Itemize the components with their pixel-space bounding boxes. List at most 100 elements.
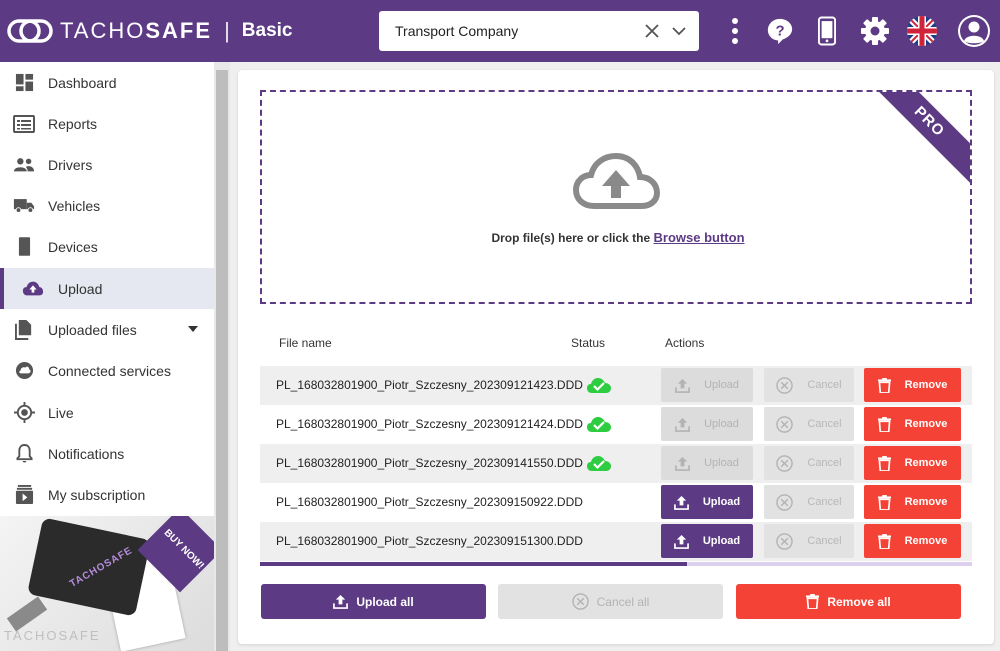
logo-text: TACHOSAFE bbox=[60, 18, 213, 43]
remove-all-button[interactable]: Remove all bbox=[736, 584, 961, 619]
sidebar-item-label: Live bbox=[48, 404, 74, 421]
file-name: PL_168032801900_Piotr_Szczesny_202309151… bbox=[276, 534, 583, 548]
remove-button[interactable]: Remove bbox=[864, 485, 961, 519]
cloud-upload-icon bbox=[572, 152, 660, 209]
svg-text:?: ? bbox=[775, 23, 784, 40]
trash-icon bbox=[877, 416, 898, 432]
pro-ribbon: PRO bbox=[866, 92, 970, 185]
upload-label: Upload bbox=[702, 535, 741, 547]
upload-button[interactable]: Upload bbox=[661, 446, 753, 480]
logo[interactable]: TACHOSAFE | Basic bbox=[6, 0, 292, 62]
sidebar-item-label: Notifications bbox=[48, 445, 125, 462]
sidebar-item-dashboard[interactable]: Dashboard bbox=[0, 62, 214, 103]
cancel-all-label: Cancel all bbox=[596, 594, 650, 609]
remove-label: Remove bbox=[904, 418, 948, 430]
upload-label: Upload bbox=[704, 418, 739, 430]
sidebar-item-label: Reports bbox=[48, 115, 98, 132]
sidebar: Dashboard Reports Drivers Vehicles Devic… bbox=[0, 62, 214, 516]
sidebar-item-reports[interactable]: Reports bbox=[0, 103, 214, 144]
promo-brand: TACHOSAFE bbox=[4, 628, 101, 643]
sidebar-item-connected-services[interactable]: Connected services bbox=[0, 350, 214, 391]
cancel-label: Cancel bbox=[807, 535, 842, 547]
cancel-button[interactable]: Cancel bbox=[764, 368, 854, 402]
column-file-name: File name bbox=[279, 336, 332, 350]
plan-label: Basic bbox=[241, 20, 293, 41]
upload-button[interactable]: Upload bbox=[661, 524, 753, 558]
cancel-button[interactable]: Cancel bbox=[764, 407, 854, 441]
remove-button[interactable]: Remove bbox=[864, 524, 961, 558]
bell-icon bbox=[13, 443, 35, 465]
device-icon bbox=[13, 236, 35, 258]
account-icon[interactable] bbox=[955, 11, 993, 51]
remove-button[interactable]: Remove bbox=[864, 368, 961, 402]
sidebar-item-devices[interactable]: Devices bbox=[0, 226, 214, 267]
upload-icon bbox=[673, 534, 696, 549]
file-dropzone[interactable]: Drop file(s) here or click the Browse bu… bbox=[260, 90, 972, 304]
uk-flag-icon[interactable] bbox=[905, 11, 939, 51]
remove-label: Remove bbox=[904, 496, 948, 508]
uploaded-check-icon bbox=[586, 452, 612, 474]
table-row: PL_168032801900_Piotr_Szczesny_202309121… bbox=[260, 405, 972, 444]
remove-label: Remove bbox=[904, 535, 948, 547]
cancel-label: Cancel bbox=[807, 457, 842, 469]
cloud-upload-icon bbox=[22, 278, 44, 300]
more-vert-icon[interactable] bbox=[724, 11, 746, 51]
upload-all-button[interactable]: Upload all bbox=[261, 584, 486, 619]
chevron-down-icon[interactable] bbox=[671, 22, 687, 40]
cancel-icon bbox=[571, 593, 589, 610]
files-icon bbox=[13, 319, 35, 341]
sidebar-item-drivers[interactable]: Drivers bbox=[0, 144, 214, 185]
upload-button[interactable]: Upload bbox=[661, 485, 753, 519]
remove-button[interactable]: Remove bbox=[864, 407, 961, 441]
sidebar-item-notifications[interactable]: Notifications bbox=[0, 433, 214, 474]
upload-button[interactable]: Upload bbox=[661, 368, 753, 402]
cancel-button[interactable]: Cancel bbox=[764, 485, 854, 519]
sidebar-item-upload[interactable]: Upload bbox=[0, 268, 214, 309]
cancel-all-button[interactable]: Cancel all bbox=[498, 584, 723, 619]
sidebar-item-label: My subscription bbox=[48, 486, 146, 503]
table-header: File name Status Actions bbox=[260, 332, 972, 356]
logo-mark-icon bbox=[7, 19, 53, 43]
remove-button[interactable]: Remove bbox=[864, 446, 961, 480]
scrollbar-thumb[interactable] bbox=[216, 70, 228, 651]
sidebar-item-vehicles[interactable]: Vehicles bbox=[0, 185, 214, 226]
upload-button[interactable]: Upload bbox=[661, 407, 753, 441]
phone-icon[interactable] bbox=[815, 11, 839, 51]
sidebar-item-uploaded-files[interactable]: Uploaded files bbox=[0, 309, 214, 350]
drop-text: Drop file(s) here or click the bbox=[491, 231, 654, 245]
sidebar-item-label: Drivers bbox=[48, 156, 93, 173]
trash-icon bbox=[877, 455, 898, 471]
remove-all-label: Remove all bbox=[827, 594, 891, 609]
dashboard-icon bbox=[13, 72, 35, 94]
cancel-button[interactable]: Cancel bbox=[764, 524, 854, 558]
company-select[interactable]: Transport Company bbox=[379, 11, 699, 51]
table-row: PL_168032801900_Piotr_Szczesny_202309151… bbox=[260, 522, 972, 561]
remove-label: Remove bbox=[904, 457, 948, 469]
sidebar-item-label: Upload bbox=[58, 280, 103, 297]
promo-banner[interactable]: TACHOSAFE BUY NOW! TACHOSAFE bbox=[0, 516, 214, 651]
caret-down-icon[interactable] bbox=[188, 326, 198, 332]
cancel-label: Cancel bbox=[807, 418, 842, 430]
close-icon[interactable] bbox=[643, 21, 661, 41]
help-icon[interactable]: ? bbox=[765, 11, 795, 51]
sidebar-item-label: Vehicles bbox=[48, 197, 101, 214]
file-name: PL_168032801900_Piotr_Szczesny_202309141… bbox=[276, 456, 583, 470]
browse-button[interactable]: Browse button bbox=[654, 230, 745, 245]
gear-icon[interactable] bbox=[858, 11, 892, 51]
sidebar-item-label: Connected services bbox=[48, 362, 171, 379]
sidebar-scrollbar[interactable] bbox=[214, 62, 230, 651]
promo-plug-image bbox=[6, 596, 48, 632]
trash-icon bbox=[877, 377, 898, 393]
drivers-icon bbox=[13, 154, 35, 176]
file-name: PL_168032801900_Piotr_Szczesny_202309121… bbox=[276, 417, 583, 431]
upload-icon bbox=[673, 495, 696, 510]
file-name: PL_168032801900_Piotr_Szczesny_202309150… bbox=[276, 495, 583, 509]
cancel-button[interactable]: Cancel bbox=[764, 446, 854, 480]
sidebar-item-label: Devices bbox=[48, 238, 98, 255]
sidebar-item-live[interactable]: Live bbox=[0, 392, 214, 433]
upload-icon bbox=[333, 594, 349, 609]
cancel-label: Cancel bbox=[807, 379, 842, 391]
sidebar-item-label: Uploaded files bbox=[48, 321, 137, 338]
sidebar-item-my-subscription[interactable]: My subscription bbox=[0, 474, 214, 515]
cancel-label: Cancel bbox=[807, 496, 842, 508]
